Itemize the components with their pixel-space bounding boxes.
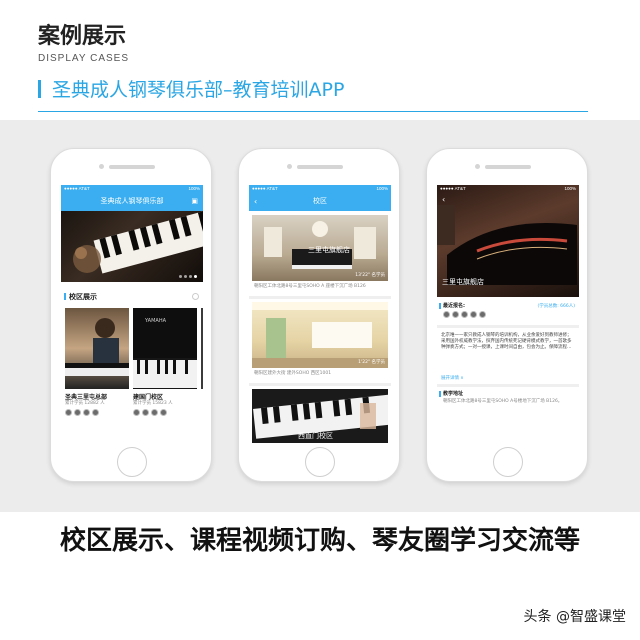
avatars xyxy=(133,409,167,416)
campus-student-count: 累计学员 12882 人 xyxy=(65,401,105,406)
phone-screen: ●●●●● AT&T 100% 圣典成人钢琴俱乐部 ▣ 校区展示 YAMAHA … xyxy=(61,185,203,443)
feature-caption: 校区展示、课程视频订购、琴友圈学习交流等 xyxy=(59,526,580,556)
phone-camera xyxy=(287,164,292,169)
phone-mockup-campus-list: ●●●●● AT&T 100% 校区 ‹ 三里屯旗舰店 13'22" 名学员 朝… xyxy=(238,148,400,482)
section-marker xyxy=(439,303,441,309)
phone-camera xyxy=(475,164,480,169)
list-divider xyxy=(249,296,391,299)
header-subtitle: DISPLAY CASES xyxy=(38,53,129,64)
campus-overlay-name: 三里屯旗舰店 xyxy=(442,278,484,286)
avatar xyxy=(142,409,149,416)
watermark-text: 头条 @智盛课堂 xyxy=(523,609,626,625)
piano-photo: YAMAHA xyxy=(133,308,197,388)
header-divider xyxy=(38,111,588,112)
campus-name[interactable]: 圣典三里屯总部 xyxy=(65,392,107,401)
address-title: 教学地址 xyxy=(443,391,464,397)
student-photo xyxy=(65,318,129,376)
back-arrow-icon[interactable]: ‹ xyxy=(254,192,257,211)
header-accent-bar xyxy=(38,80,41,98)
total-students: (学员总数: 666人) xyxy=(537,304,575,309)
campus-address: 朝阳区工体北路8号三里屯SOHO A号楼地下沉广场 B126。 xyxy=(443,399,563,404)
hero-image[interactable]: ●●●●● AT&T 100% ‹ 三里屯旗舰店 xyxy=(437,185,579,297)
battery-text: 100% xyxy=(376,186,388,191)
list-divider xyxy=(249,383,391,386)
list-divider xyxy=(437,325,579,328)
navbar-title: 校区 xyxy=(249,192,391,211)
campus-address: 朝阳区建外大街 建外SOHO 西区1001 xyxy=(254,371,332,376)
carousel-dot-active[interactable] xyxy=(194,275,197,278)
battery-text: 100% xyxy=(564,186,576,191)
avatar xyxy=(65,409,72,416)
avatar xyxy=(92,409,99,416)
campus-student-count: 累计学员 15823 人 xyxy=(133,401,173,406)
status-bar: ●●●●● AT&T 100% xyxy=(249,185,391,192)
status-bar: ●●●●● AT&T 100% xyxy=(437,185,579,192)
section-marker xyxy=(64,293,66,300)
header-title: 案例展示 xyxy=(38,24,127,49)
campus-overlay-name: 西直门校区 xyxy=(298,432,333,440)
home-button[interactable] xyxy=(493,447,523,477)
expand-details-link[interactable]: 展开详情 ∨ xyxy=(441,375,464,381)
student-badge: 1'22" 名学员 xyxy=(358,360,385,365)
phone-speaker xyxy=(485,165,531,169)
avatar xyxy=(452,311,459,318)
back-arrow-icon[interactable]: ‹ xyxy=(442,195,445,204)
recent-signup-label: 最近报名: xyxy=(443,303,465,309)
header-app-name: 圣典成人钢琴俱乐部–教育培训APP xyxy=(52,79,345,101)
piano-banner-image[interactable] xyxy=(61,211,203,282)
phone-mockup-campus-detail: ●●●●● AT&T 100% ‹ 三里屯旗舰店 最近报名: (学员总数: 66… xyxy=(426,148,588,482)
carousel-dot[interactable] xyxy=(184,275,187,278)
campus-card-image[interactable]: YAMAHA xyxy=(133,308,197,389)
phone-camera xyxy=(99,164,104,169)
avatars xyxy=(65,409,99,416)
campus-list-image[interactable]: 三里屯旗舰店 13'22" 名学员 xyxy=(252,215,388,281)
carousel-dot[interactable] xyxy=(189,275,192,278)
campus-address: 朝阳区工体北路8号三里屯SOHO A 座楼下沉广场 B126 xyxy=(254,284,366,289)
phone-speaker xyxy=(109,165,155,169)
svg-text:YAMAHA: YAMAHA xyxy=(144,318,167,324)
campus-name[interactable]: 建国门校区 xyxy=(133,392,163,401)
avatar xyxy=(443,311,450,318)
avatar xyxy=(83,409,90,416)
carrier-text: ●●●●● AT&T xyxy=(252,186,278,191)
section-marker xyxy=(439,391,441,397)
battery-text: 100% xyxy=(188,186,200,191)
phone-mockup-home: ●●●●● AT&T 100% 圣典成人钢琴俱乐部 ▣ 校区展示 YAMAHA … xyxy=(50,148,212,482)
phone-speaker xyxy=(297,165,343,169)
avatars xyxy=(443,311,486,318)
avatar xyxy=(133,409,140,416)
navbar-title: 圣典成人钢琴俱乐部 xyxy=(61,192,203,211)
banner-dots[interactable] xyxy=(179,275,197,278)
campus-list-image[interactable]: 西直门校区 xyxy=(252,389,388,443)
campus-card-image[interactable] xyxy=(65,308,129,389)
avatar xyxy=(74,409,81,416)
home-button[interactable] xyxy=(305,447,335,477)
carrier-text: ●●●●● AT&T xyxy=(64,186,90,191)
avatar xyxy=(151,409,158,416)
student-badge: 13'22" 名学员 xyxy=(355,273,385,278)
section-title: 校区展示 xyxy=(69,293,97,301)
campus-overlay-name: 三里屯旗舰店 xyxy=(308,246,350,254)
home-button[interactable] xyxy=(117,447,147,477)
avatar xyxy=(470,311,477,318)
piano-keys-illustration xyxy=(73,211,203,274)
list-divider xyxy=(437,384,579,387)
avatar xyxy=(160,409,167,416)
more-icon[interactable] xyxy=(192,293,199,300)
carousel-dot[interactable] xyxy=(179,275,182,278)
avatar xyxy=(479,311,486,318)
campus-card-image-partial[interactable] xyxy=(201,308,203,389)
campus-description: 北京唯一一家只教成人钢琴的培训机构，从业余爱好到教师进修；采用国外权威教学法，摈… xyxy=(441,333,572,350)
campus-list-image[interactable]: 1'22" 名学员 xyxy=(252,302,388,368)
phone-screen: ●●●●● AT&T 100% ‹ 三里屯旗舰店 最近报名: (学员总数: 66… xyxy=(437,185,579,443)
carrier-text: ●●●●● AT&T xyxy=(440,186,466,191)
avatar xyxy=(461,311,468,318)
menu-icon[interactable]: ▣ xyxy=(191,192,198,211)
phone-screen: ●●●●● AT&T 100% 校区 ‹ 三里屯旗舰店 13'22" 名学员 朝… xyxy=(249,185,391,443)
status-bar: ●●●●● AT&T 100% xyxy=(61,185,203,192)
